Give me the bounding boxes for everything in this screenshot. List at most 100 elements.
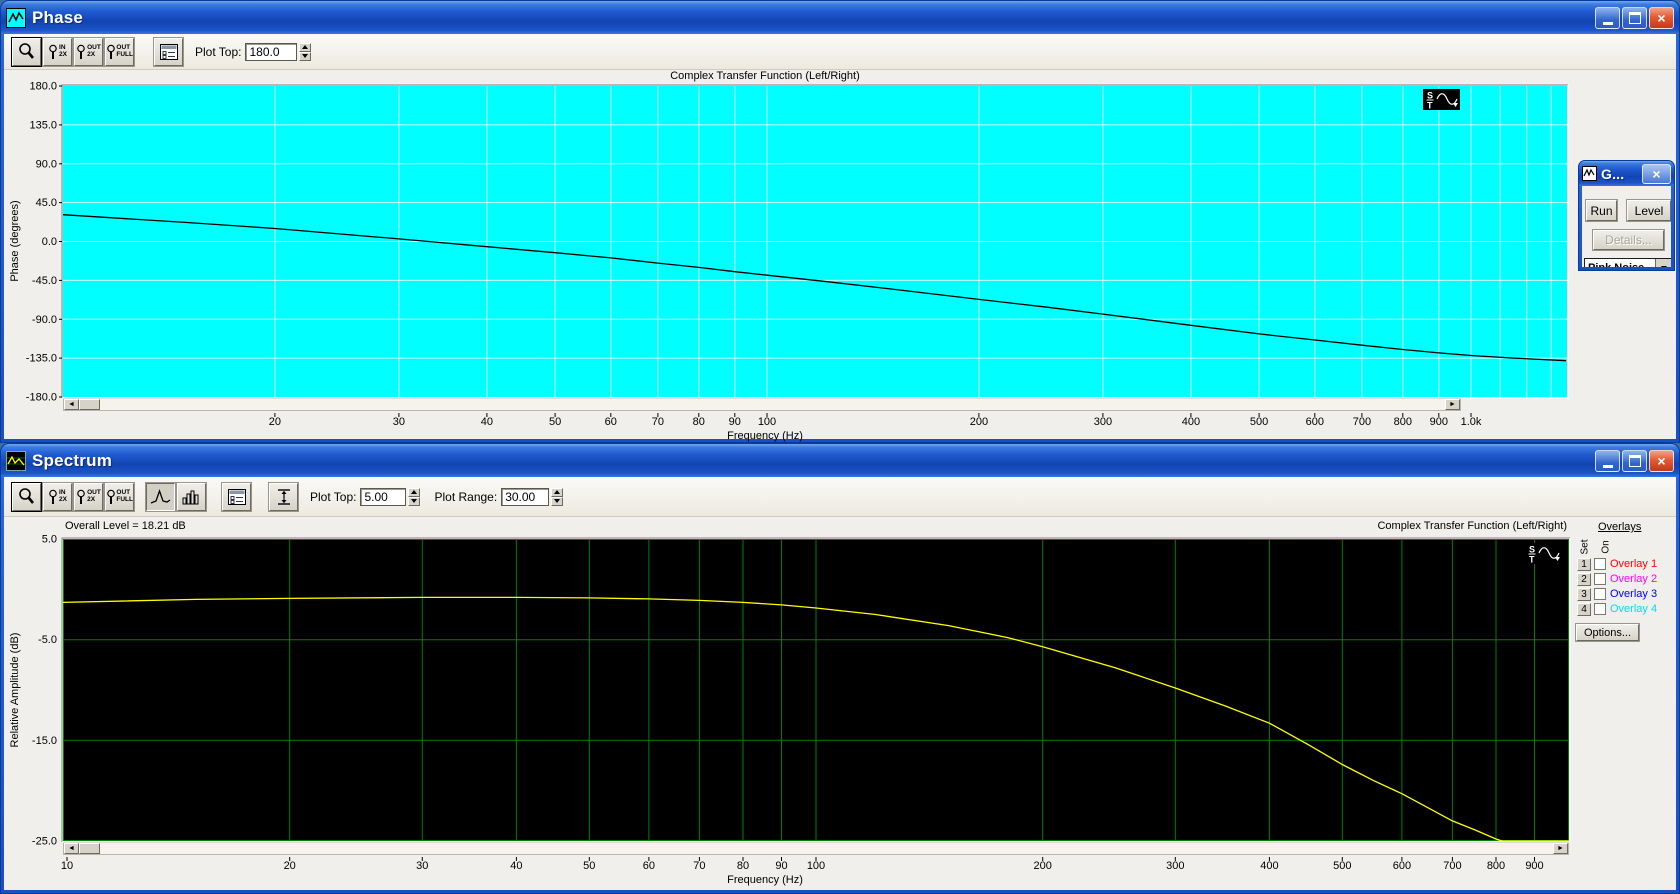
zoom-in-2x-button[interactable]: IN2X xyxy=(43,483,72,511)
dropdown-button[interactable] xyxy=(1655,259,1671,267)
line-plot-mode-button[interactable] xyxy=(146,483,175,511)
run-button[interactable]: Run xyxy=(1586,200,1617,221)
minimize-button[interactable] xyxy=(1595,7,1620,29)
spinner-up-button[interactable] xyxy=(299,43,311,52)
scroll-right-button[interactable]: ► xyxy=(1553,843,1568,854)
overlay-set-button-3[interactable]: 3 xyxy=(1577,588,1591,601)
scroll-left-button[interactable]: ◄ xyxy=(64,843,79,854)
logo-t: T xyxy=(1427,101,1433,111)
properties-dialog-icon xyxy=(159,43,179,61)
spectrum-window-icon xyxy=(6,451,26,471)
scroll-thumb[interactable] xyxy=(79,399,100,410)
zoom-out-2x-button[interactable]: OUT2X xyxy=(74,38,103,66)
overlay-row: 3 Overlay 3 xyxy=(1577,587,1657,601)
close-button[interactable]: × xyxy=(1649,7,1674,29)
up-arrow-icon xyxy=(302,45,308,49)
magnifier-small-icon xyxy=(76,489,87,505)
logo-t: T xyxy=(1529,555,1535,565)
spectrum-window-body xyxy=(4,477,1676,890)
phase-window-title: Phase xyxy=(32,8,83,28)
overlay-options-button[interactable]: Options... xyxy=(1576,624,1639,641)
overall-level-readout: Overall Level = 18.21 dB xyxy=(65,520,186,532)
zoom-button[interactable] xyxy=(12,483,41,511)
overlay-on-checkbox-4[interactable] xyxy=(1594,603,1606,615)
magnifier-small-icon xyxy=(106,489,116,505)
zoom-in-line2: 2X xyxy=(59,497,67,504)
maximize-button[interactable] xyxy=(1622,450,1647,472)
overlay-on-checkbox-3[interactable] xyxy=(1594,588,1606,600)
zoom-button[interactable] xyxy=(12,38,41,66)
level-button[interactable]: Level xyxy=(1627,200,1671,221)
overlay-label-3: Overlay 3 xyxy=(1610,588,1657,600)
spinner-down-button[interactable] xyxy=(299,52,311,61)
logo-s: S xyxy=(1427,91,1433,101)
overlay-set-button-1[interactable]: 1 xyxy=(1577,558,1591,571)
overlay-row: 2 Overlay 2 xyxy=(1577,572,1657,586)
zoom-full-line2: FULL xyxy=(116,52,133,59)
plot-top-label: Plot Top: xyxy=(310,490,356,504)
overlay-set-button-2[interactable]: 2 xyxy=(1577,573,1591,586)
down-arrow-icon xyxy=(554,499,560,503)
spectrum-window: Spectrum × IN2X xyxy=(0,443,1680,894)
magnifier-small-icon xyxy=(76,44,87,60)
plot-options-button[interactable] xyxy=(222,483,251,511)
phase-toolbar: IN2X OUT2X OUTFULL xyxy=(4,34,1676,70)
overlay-on-checkbox-2[interactable] xyxy=(1594,573,1606,585)
magnifier-small-icon xyxy=(48,44,59,60)
close-icon: × xyxy=(1657,10,1665,26)
maximize-icon xyxy=(1629,455,1641,467)
spectrum-plot-title: Complex Transfer Function (Left/Right) xyxy=(1377,520,1567,532)
plot-range-label: Plot Range: xyxy=(434,490,497,504)
generator-titlebar[interactable]: G... × xyxy=(1579,161,1674,186)
spectrum-y-axis-title: Relative Amplitude (dB) xyxy=(9,633,21,748)
scroll-right-button[interactable]: ► xyxy=(1445,399,1460,410)
generator-window-icon xyxy=(1582,166,1597,181)
spinner-down-button[interactable] xyxy=(551,497,563,506)
plot-options-button[interactable] xyxy=(154,38,183,66)
phase-titlebar[interactable]: Phase × xyxy=(1,1,1679,34)
zoom-in-2x-button[interactable]: IN2X xyxy=(43,38,72,66)
phase-h-scrollbar[interactable]: ◄ ► xyxy=(63,398,1461,411)
plot-range-input[interactable] xyxy=(501,488,549,506)
overlays-header: Overlays xyxy=(1598,521,1641,533)
minimize-icon xyxy=(1603,22,1613,25)
vertical-range-icon xyxy=(275,488,293,506)
chevron-down-icon xyxy=(1661,266,1667,267)
overlay-on-checkbox-1[interactable] xyxy=(1594,558,1606,570)
details-button[interactable]: Details... xyxy=(1593,230,1664,250)
overlays-set-column-label: Set xyxy=(1580,539,1591,554)
spectraplus-logo: S T xyxy=(1525,543,1562,564)
spinner-down-button[interactable] xyxy=(408,497,420,506)
up-arrow-icon xyxy=(411,490,417,494)
spinner-up-button[interactable] xyxy=(408,488,420,497)
overlay-label-2: Overlay 2 xyxy=(1610,573,1657,585)
signal-type-value: Pink Noise xyxy=(1585,262,1655,267)
scroll-thumb[interactable] xyxy=(79,843,100,854)
overlay-set-button-4[interactable]: 4 xyxy=(1577,603,1591,616)
vertical-scale-button[interactable] xyxy=(269,483,298,511)
zoom-out-2x-button[interactable]: OUT2X xyxy=(74,483,103,511)
magnifier-small-icon xyxy=(106,44,116,60)
down-arrow-icon xyxy=(302,54,308,58)
phase-window-icon xyxy=(6,8,26,28)
plot-top-input[interactable] xyxy=(360,488,406,506)
phase-window: Phase × IN2X xyxy=(0,0,1680,443)
close-button[interactable]: × xyxy=(1649,450,1674,472)
zoom-out-full-button[interactable]: OUTFULL xyxy=(105,483,134,511)
plot-top-input[interactable] xyxy=(245,43,297,61)
minimize-button[interactable] xyxy=(1595,450,1620,472)
close-button[interactable]: × xyxy=(1642,164,1671,184)
spinner-up-button[interactable] xyxy=(551,488,563,497)
magnifier-icon xyxy=(17,42,36,61)
spectrum-h-scrollbar[interactable]: ◄ ► xyxy=(63,842,1569,855)
bar-plot-mode-button[interactable] xyxy=(177,483,206,511)
spectrum-titlebar[interactable]: Spectrum × xyxy=(1,444,1679,477)
signal-type-dropdown[interactable]: Pink Noise xyxy=(1584,258,1671,267)
spectrum-toolbar: IN2X OUT2X OUTFULL xyxy=(4,477,1676,517)
phase-x-axis-title: Frequency (Hz) xyxy=(727,430,803,442)
overlay-row: 1 Overlay 1 xyxy=(1577,557,1657,571)
maximize-button[interactable] xyxy=(1622,7,1647,29)
generator-window: Run Level Details... Pink Noise G... × xyxy=(1578,160,1675,271)
zoom-out-full-button[interactable]: OUTFULL xyxy=(105,38,134,66)
scroll-left-button[interactable]: ◄ xyxy=(64,399,79,410)
